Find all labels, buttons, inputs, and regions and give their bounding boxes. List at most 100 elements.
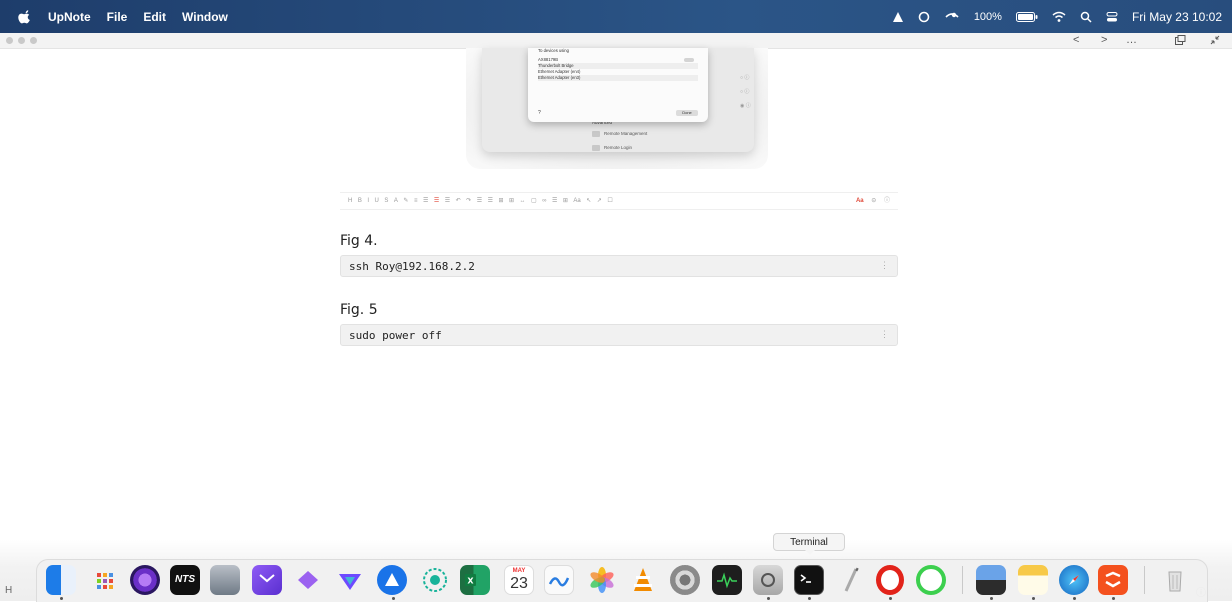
fig4-heading[interactable]: Fig 4. xyxy=(340,233,378,249)
format-tool-button[interactable]: ☰ xyxy=(423,193,428,209)
photos-icon[interactable] xyxy=(587,565,617,595)
format-tool-button[interactable]: ↶ xyxy=(456,193,461,209)
proton-vpn-icon[interactable] xyxy=(335,565,365,595)
format-tool-button[interactable]: ≡ xyxy=(414,193,418,209)
format-tool-button[interactable]: U xyxy=(375,193,379,209)
format-tool-button[interactable]: I xyxy=(367,193,369,209)
device-row-label: Ethernet Adapter (en3) xyxy=(538,75,581,80)
format-tool-button[interactable]: ↖ xyxy=(586,193,591,209)
format-tool-button[interactable]: ☰ xyxy=(445,193,450,209)
format-tool-button[interactable]: ☰ xyxy=(477,193,482,209)
excel-icon[interactable]: X xyxy=(460,565,490,595)
remote-login-icon xyxy=(592,144,600,151)
format-tool-button[interactable]: ↗ xyxy=(597,193,602,209)
format-tool-button[interactable]: ⊞ xyxy=(563,193,568,209)
fig4-code-block[interactable]: ssh Roy@192.168.2.2 ⋮ xyxy=(340,255,898,277)
textedit-icon[interactable] xyxy=(836,565,866,595)
menu-edit[interactable]: Edit xyxy=(143,10,166,24)
format-tool-button[interactable]: ↔ xyxy=(520,193,526,209)
launchpad-icon[interactable] xyxy=(90,565,120,595)
apple-menu-icon[interactable] xyxy=(18,9,32,24)
dock-tooltip: Terminal xyxy=(773,533,845,555)
window-close-button[interactable] xyxy=(6,37,13,44)
circle-status-icon[interactable] xyxy=(918,11,930,23)
menu-app-name[interactable]: UpNote xyxy=(48,10,91,24)
control-center-icon[interactable] xyxy=(1106,11,1118,23)
format-tool-button[interactable]: A xyxy=(394,193,398,209)
format-tool-button[interactable]: ▢ xyxy=(531,193,537,209)
battery-percentage: 100% xyxy=(973,10,1002,23)
nts-radio-icon[interactable]: NTS xyxy=(170,565,200,595)
fig5-code-block[interactable]: sudo power off ⋮ xyxy=(340,324,898,346)
freeform-icon[interactable] xyxy=(544,565,574,595)
craft-icon[interactable] xyxy=(293,565,323,595)
text-style-button[interactable]: Aa xyxy=(856,193,864,209)
panel-control: ○ ⓘ xyxy=(740,75,750,81)
remote-management-icon xyxy=(592,130,600,137)
menu-window[interactable]: Window xyxy=(182,10,228,24)
window-zoom-button[interactable] xyxy=(30,37,37,44)
fig5-heading[interactable]: Fig. 5 xyxy=(340,302,378,318)
collapse-arrows-icon[interactable] xyxy=(1210,35,1220,45)
system-settings-icon[interactable] xyxy=(670,565,700,595)
info-icon[interactable]: ⓘ xyxy=(884,193,890,209)
format-tool-button[interactable]: Aa xyxy=(573,193,580,209)
format-tool-button[interactable]: ☰ xyxy=(434,193,439,209)
vpn-key-icon[interactable] xyxy=(944,11,960,23)
focus-mode-icon[interactable]: ⊝ xyxy=(871,193,876,209)
fig5-code-text[interactable]: sudo power off xyxy=(349,329,442,342)
menubar-datetime[interactable]: Fri May 23 10:02 xyxy=(1132,10,1222,24)
notes-icon[interactable] xyxy=(1018,565,1048,595)
format-tool-button[interactable]: ☰ xyxy=(552,193,557,209)
teamviewer-icon[interactable] xyxy=(377,565,407,595)
remote-management-label: Remote Management xyxy=(604,131,648,136)
format-tool-button[interactable]: ⊞ xyxy=(509,193,514,209)
safari-icon[interactable] xyxy=(1059,565,1089,595)
opera-icon[interactable] xyxy=(876,565,904,595)
forward-button[interactable]: > xyxy=(1101,33,1107,47)
musescore-icon[interactable] xyxy=(210,565,240,595)
menu-bar: UpNote File Edit Window 100% Fri May 23 … xyxy=(0,0,1232,33)
format-tool-button[interactable]: ✎ xyxy=(403,193,408,209)
left-edge-glyph: H xyxy=(5,585,13,596)
vlc-icon[interactable] xyxy=(628,565,658,595)
screen-sharing-icon[interactable] xyxy=(420,565,450,595)
tor-browser-icon[interactable] xyxy=(130,565,160,595)
trash-icon[interactable] xyxy=(1160,565,1190,595)
running-indicator xyxy=(767,597,770,600)
device-row-label: Ethernet Adapter (en4) xyxy=(538,69,581,74)
format-tool-button[interactable]: ⊞ xyxy=(498,193,503,209)
menu-file[interactable]: File xyxy=(107,10,128,24)
more-options-button[interactable]: … xyxy=(1126,33,1138,47)
format-tool-button[interactable]: H xyxy=(348,193,352,209)
format-tool-button[interactable]: S xyxy=(384,193,388,209)
code-block-menu-icon[interactable]: ⋮ xyxy=(880,329,889,340)
terminal-icon[interactable] xyxy=(794,565,824,595)
format-tool-button[interactable]: ∞ xyxy=(542,193,546,209)
window-minimize-button[interactable] xyxy=(18,37,25,44)
device-row: Ethernet Adapter (en3) xyxy=(538,75,698,81)
mail-icon[interactable] xyxy=(252,565,282,595)
circle-app-icon[interactable] xyxy=(916,565,946,595)
upnote-icon[interactable] xyxy=(1098,565,1128,595)
preview-icon[interactable] xyxy=(976,565,1006,595)
format-tool-button[interactable]: ↷ xyxy=(466,193,471,209)
format-tool-button[interactable]: ☰ xyxy=(488,193,493,209)
calendar-icon[interactable]: MAY 23 xyxy=(504,565,534,595)
battery-icon[interactable] xyxy=(1015,11,1038,22)
finder-icon[interactable] xyxy=(46,565,76,595)
format-tool-button[interactable]: ☐ xyxy=(607,193,612,209)
back-button[interactable]: < xyxy=(1073,33,1079,47)
fig4-code-text[interactable]: ssh Roy@192.168.2.2 xyxy=(349,260,475,273)
remote-login-item: Remote Login xyxy=(592,142,752,152)
spotlight-search-icon[interactable] xyxy=(1080,11,1092,23)
wifi-icon[interactable] xyxy=(1052,11,1066,23)
format-tool-button[interactable]: B xyxy=(358,193,362,209)
code-block-menu-icon[interactable]: ⋮ xyxy=(880,260,889,271)
device-toggle xyxy=(684,58,694,62)
disk-utility-icon[interactable] xyxy=(753,565,783,595)
activity-monitor-icon[interactable] xyxy=(712,565,742,595)
remote-login-label: Remote Login xyxy=(604,145,633,150)
split-view-icon[interactable] xyxy=(1175,35,1186,45)
proton-vpn-status-icon[interactable] xyxy=(892,11,904,23)
